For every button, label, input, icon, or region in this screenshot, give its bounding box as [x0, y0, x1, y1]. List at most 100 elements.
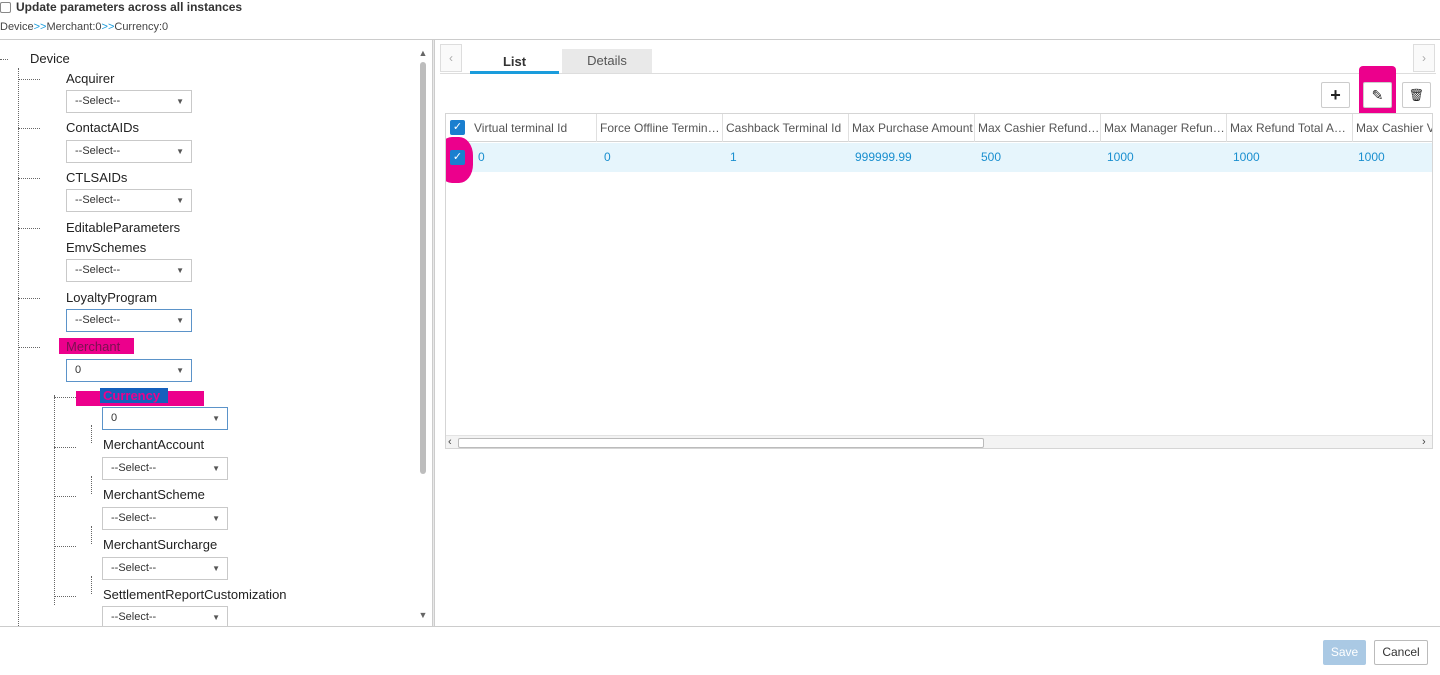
chevron-down-icon: ▼ [212, 464, 220, 473]
row-checkbox[interactable]: ✓ [450, 150, 465, 165]
select-all-checkbox[interactable]: ✓ [450, 120, 465, 135]
add-button[interactable]: + [1321, 82, 1350, 108]
scroll-left-icon[interactable]: ‹ [448, 436, 452, 448]
tree-connector [91, 476, 92, 494]
chevron-down-icon: ▼ [212, 613, 220, 622]
plus-icon: + [1330, 85, 1341, 105]
tab-list[interactable]: List [470, 50, 559, 74]
delete-button[interactable]: 🗑 [1402, 82, 1431, 108]
tree-node-merchantaccount[interactable]: MerchantAccount [103, 437, 204, 453]
merchantsurcharge-select[interactable]: --Select-- ▼ [102, 557, 228, 580]
tree-connector [18, 79, 40, 80]
tree-connector [91, 576, 92, 594]
tree-node-contactaids[interactable]: ContactAIDs [66, 120, 139, 136]
scrollbar-thumb[interactable] [420, 62, 426, 474]
chevron-down-icon: ▼ [176, 366, 184, 375]
tree-connector [54, 447, 76, 448]
breadcrumb-device[interactable]: Device [0, 21, 34, 33]
update-all-label: Update parameters across all instances [16, 0, 243, 14]
scroll-down-icon[interactable]: ▼ [418, 610, 428, 620]
chevron-down-icon: ▼ [212, 564, 220, 573]
tree-node-merchantsurcharge[interactable]: MerchantSurcharge [103, 537, 217, 553]
tree-node-emvschemes[interactable]: EmvSchemes [66, 240, 146, 256]
save-button[interactable]: Save [1323, 640, 1366, 665]
scroll-up-icon[interactable]: ▲ [418, 48, 428, 58]
tree-connector [91, 526, 92, 544]
column-header[interactable]: Cashback Terminal Id [723, 114, 849, 142]
table-cell: 1000 [1107, 150, 1134, 164]
tree-node-device[interactable]: Device [30, 51, 70, 67]
divider [0, 626, 1440, 627]
tree-connector [18, 347, 40, 348]
chevron-down-icon: ▼ [176, 316, 184, 325]
tree-node-currency[interactable]: Currency [103, 388, 160, 404]
merchant-select[interactable]: 0 ▼ [66, 359, 192, 382]
grid-hscrollbar[interactable]: ‹ › [446, 435, 1432, 448]
table-cell: 0 [478, 150, 485, 164]
chevron-down-icon: ▼ [212, 514, 220, 523]
tree-connector [54, 596, 76, 597]
tree-connector [54, 395, 55, 605]
settlementreport-select[interactable]: --Select-- ▼ [102, 606, 228, 626]
tree-node-merchantscheme[interactable]: MerchantScheme [103, 487, 205, 503]
update-all-checkbox[interactable] [0, 2, 11, 13]
table-cell: 500 [981, 150, 1002, 164]
grid-header: ✓ Virtual terminal Id Force Offline Term… [446, 114, 1432, 142]
contactaids-select[interactable]: --Select-- ▼ [66, 140, 192, 163]
table-cell: 1 [730, 150, 737, 164]
column-header[interactable]: Max Cashier Vo [1353, 114, 1432, 142]
tab-next-button[interactable]: › [1413, 44, 1435, 72]
column-header[interactable]: Virtual terminal Id [471, 114, 597, 142]
data-grid: ✓ Virtual terminal Id Force Offline Term… [445, 113, 1433, 449]
column-header[interactable]: Force Offline Termin… [597, 114, 723, 142]
scrollbar-thumb[interactable] [458, 438, 984, 448]
tree-node-merchant[interactable]: Merchant [66, 339, 120, 355]
column-header[interactable]: Max Refund Total A… [1227, 114, 1353, 142]
acquirer-select[interactable]: --Select-- ▼ [66, 90, 192, 113]
table-cell: 0 [604, 150, 611, 164]
currency-select[interactable]: 0 ▼ [102, 407, 228, 430]
breadcrumb-currency[interactable]: Currency:0 [114, 21, 168, 33]
tree-node-loyaltyprogram[interactable]: LoyaltyProgram [66, 290, 157, 306]
tree-connector [18, 228, 40, 229]
tab-bar: ‹ List Details › [440, 44, 1436, 74]
scroll-right-icon[interactable]: › [1422, 436, 1426, 448]
tree-node-acquirer[interactable]: Acquirer [66, 71, 114, 87]
tree-connector [54, 546, 76, 547]
emvschemes-select[interactable]: --Select-- ▼ [66, 259, 192, 282]
breadcrumb-merchant[interactable]: Merchant:0 [46, 21, 101, 33]
table-cell: 999999.99 [855, 150, 912, 164]
chevron-down-icon: ▼ [176, 147, 184, 156]
loyaltyprogram-select[interactable]: --Select-- ▼ [66, 309, 192, 332]
edit-button[interactable]: ✎ [1363, 82, 1392, 108]
tree-connector [91, 425, 92, 443]
table-row[interactable]: ✓ 0 0 1 999999.99 500 1000 1000 1000 [446, 137, 1432, 183]
tree-node-settlementreportcustomization[interactable]: SettlementReportCustomization [103, 587, 287, 603]
ctlsaids-select[interactable]: --Select-- ▼ [66, 189, 192, 212]
merchantscheme-select[interactable]: --Select-- ▼ [102, 507, 228, 530]
check-icon: ✓ [452, 151, 463, 163]
chevron-down-icon: ▼ [212, 414, 220, 423]
column-header[interactable]: Max Cashier Refund… [975, 114, 1101, 142]
pane-splitter[interactable] [432, 40, 435, 626]
tree-node-editableparameters[interactable]: EditableParameters [66, 220, 180, 236]
top-bar: Update parameters across all instances D… [0, 0, 1440, 38]
cancel-button[interactable]: Cancel [1374, 640, 1428, 665]
chevron-down-icon: ▼ [176, 196, 184, 205]
tree-node-ctlsaids[interactable]: CTLSAIDs [66, 170, 127, 186]
tree-connector [54, 397, 76, 398]
tree-scrollbar[interactable]: ▲ ▼ [417, 48, 429, 622]
column-header[interactable]: Max Purchase Amount [849, 114, 975, 142]
chevron-down-icon: ▼ [176, 97, 184, 106]
table-cell: 1000 [1233, 150, 1260, 164]
table-cell: 1000 [1358, 150, 1385, 164]
tree-connector [18, 128, 40, 129]
tab-prev-button[interactable]: ‹ [440, 44, 462, 72]
merchantaccount-select[interactable]: --Select-- ▼ [102, 457, 228, 480]
check-icon: ✓ [452, 121, 463, 133]
tree-connector [0, 59, 8, 60]
tree-connector [18, 178, 40, 179]
tab-details[interactable]: Details [562, 49, 652, 73]
chevron-down-icon: ▼ [176, 266, 184, 275]
column-header[interactable]: Max Manager Refun… [1101, 114, 1227, 142]
